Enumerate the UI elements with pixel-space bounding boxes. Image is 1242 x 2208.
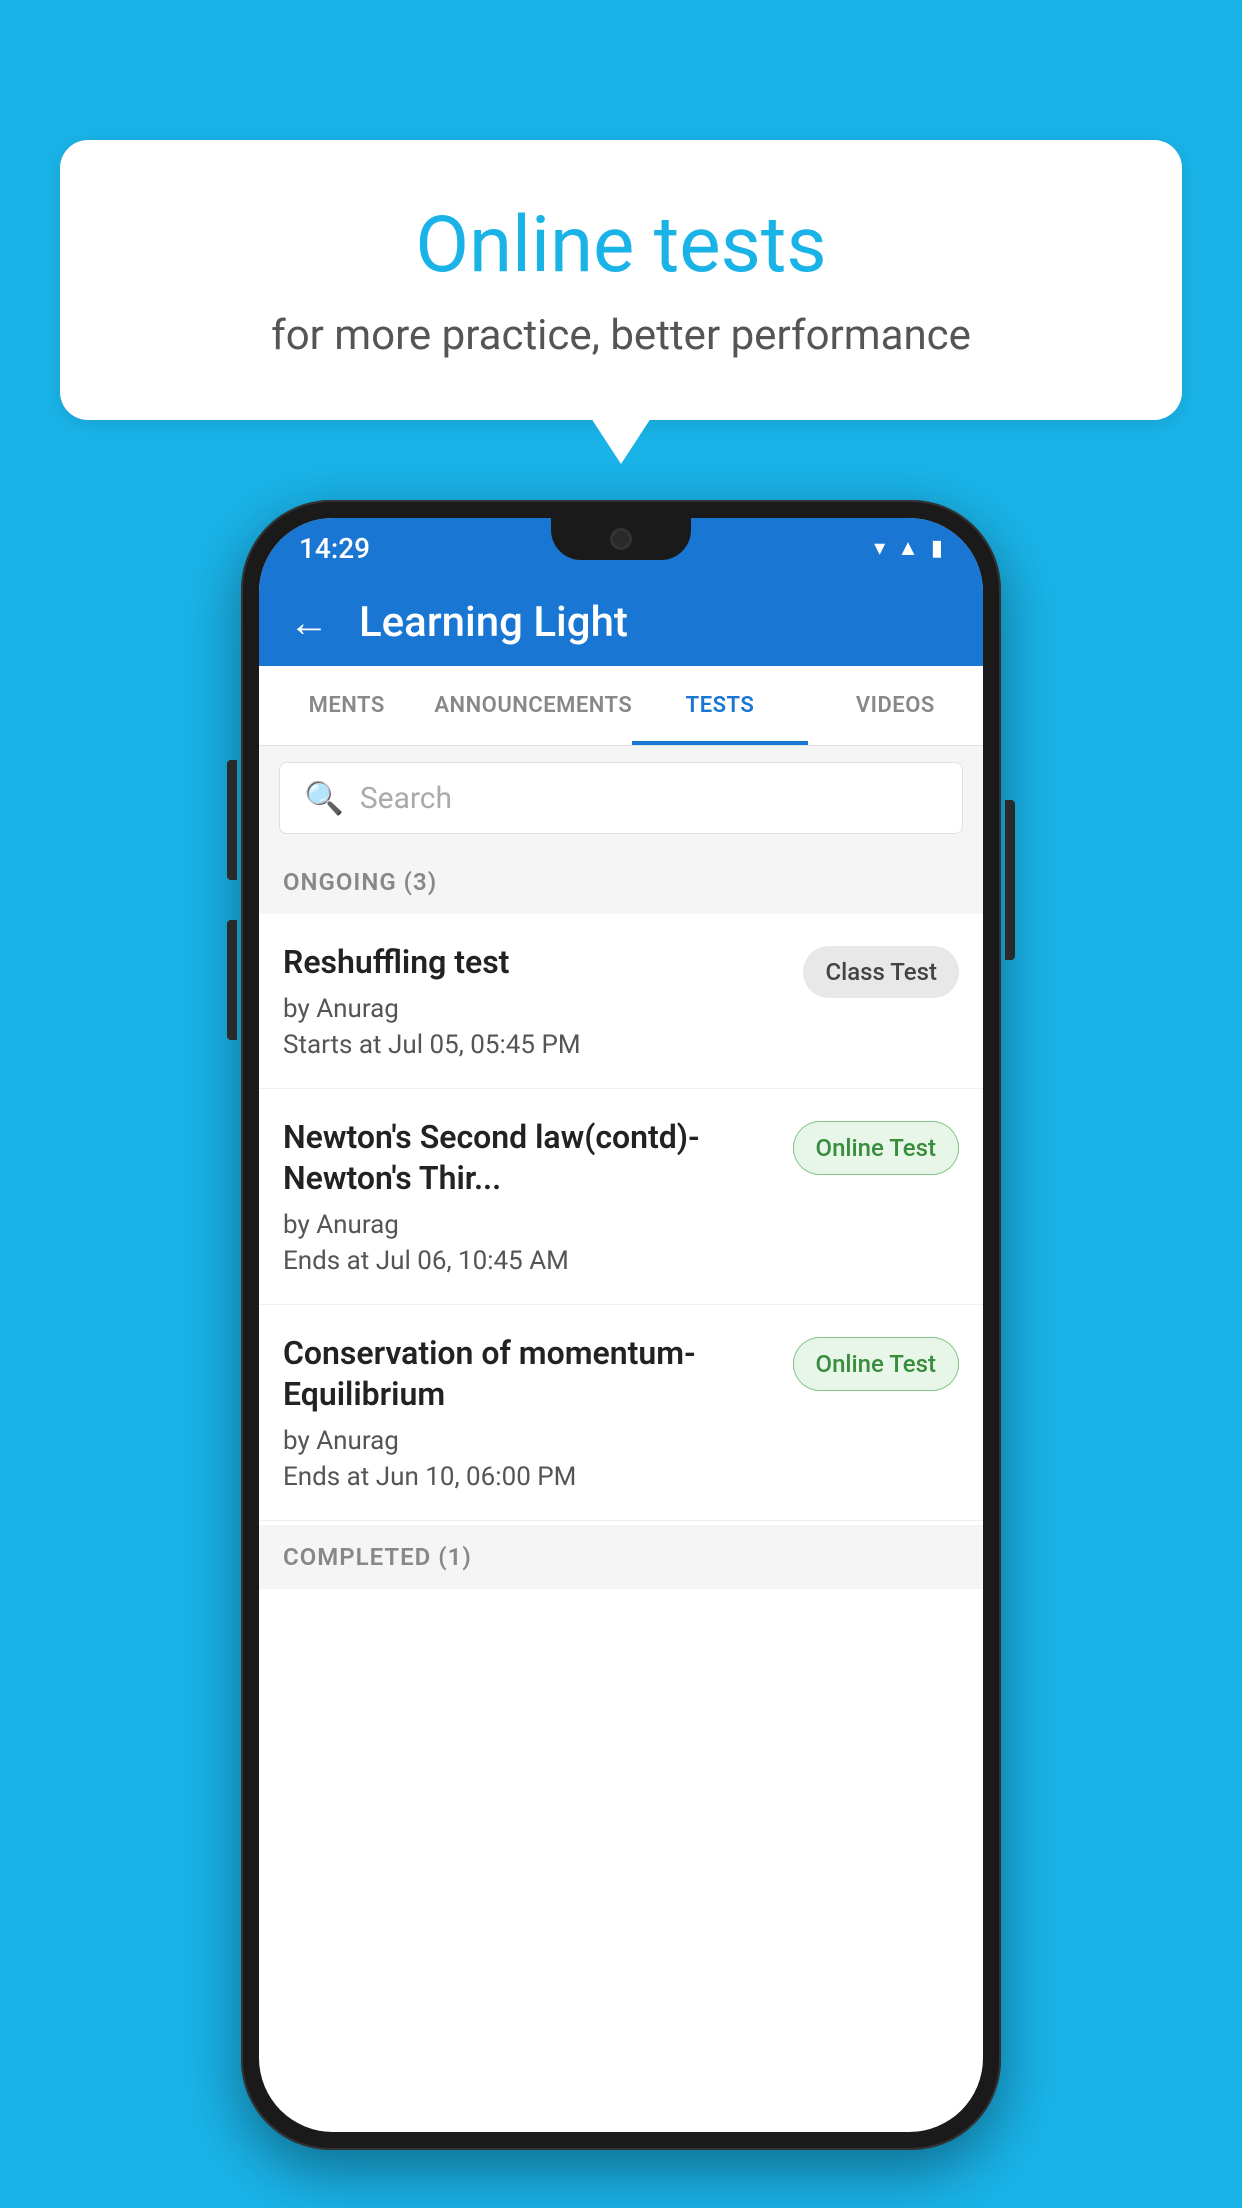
test-badge-3: Online Test xyxy=(793,1337,959,1391)
search-input[interactable]: Search xyxy=(360,781,452,816)
camera-icon xyxy=(610,528,632,550)
tab-navigation: MENTS ANNOUNCEMENTS TESTS VIDEOS xyxy=(259,666,983,746)
speech-bubble-subtitle: for more practice, better performance xyxy=(140,311,1102,360)
speech-bubble: Online tests for more practice, better p… xyxy=(60,140,1182,420)
status-time: 14:29 xyxy=(299,532,370,565)
wifi-icon: ▾ xyxy=(874,536,885,561)
test-list: Reshuffling test by Anurag Starts at Jul… xyxy=(259,914,983,1521)
search-container: 🔍 Search xyxy=(259,746,983,850)
status-bar: 14:29 ▾ ▲ ▮ xyxy=(259,518,983,578)
test-time-3: Ends at Jun 10, 06:00 PM xyxy=(283,1462,777,1492)
tab-announcements[interactable]: ANNOUNCEMENTS xyxy=(434,666,632,745)
ongoing-section-header: ONGOING (3) xyxy=(259,850,983,914)
app-header: ← Learning Light xyxy=(259,578,983,666)
app-title: Learning Light xyxy=(359,598,628,647)
completed-label: COMPLETED (1) xyxy=(283,1543,472,1571)
test-info-3: Conservation of momentum-Equilibrium by … xyxy=(283,1333,777,1492)
test-author-1: by Anurag xyxy=(283,994,787,1024)
status-icons: ▾ ▲ ▮ xyxy=(874,535,943,561)
search-bar[interactable]: 🔍 Search xyxy=(279,762,963,834)
tab-videos[interactable]: VIDEOS xyxy=(808,666,983,745)
tab-tests[interactable]: TESTS xyxy=(632,666,807,745)
test-author-3: by Anurag xyxy=(283,1426,777,1456)
test-info-1: Reshuffling test by Anurag Starts at Jul… xyxy=(283,942,787,1060)
completed-section-header: COMPLETED (1) xyxy=(259,1525,983,1589)
test-author-2: by Anurag xyxy=(283,1210,777,1240)
test-time-2: Ends at Jul 06, 10:45 AM xyxy=(283,1246,777,1276)
test-name-3: Conservation of momentum-Equilibrium xyxy=(283,1333,777,1416)
test-item-2[interactable]: Newton's Second law(contd)-Newton's Thir… xyxy=(259,1089,983,1305)
test-item-3[interactable]: Conservation of momentum-Equilibrium by … xyxy=(259,1305,983,1521)
test-badge-2: Online Test xyxy=(793,1121,959,1175)
test-time-1: Starts at Jul 05, 05:45 PM xyxy=(283,1030,787,1060)
signal-icon: ▲ xyxy=(897,535,919,561)
test-badge-1: Class Test xyxy=(803,946,959,998)
tab-ments[interactable]: MENTS xyxy=(259,666,434,745)
ongoing-label: ONGOING (3) xyxy=(283,868,437,896)
phone-screen: 14:29 ▾ ▲ ▮ ← Learning Light MENTS xyxy=(259,518,983,2132)
test-name-2: Newton's Second law(contd)-Newton's Thir… xyxy=(283,1117,777,1200)
test-info-2: Newton's Second law(contd)-Newton's Thir… xyxy=(283,1117,777,1276)
back-button[interactable]: ← xyxy=(289,599,329,646)
speech-bubble-container: Online tests for more practice, better p… xyxy=(60,140,1182,420)
test-name-1: Reshuffling test xyxy=(283,942,787,984)
search-icon: 🔍 xyxy=(304,779,344,817)
speech-bubble-title: Online tests xyxy=(140,200,1102,291)
battery-icon: ▮ xyxy=(931,536,943,561)
notch xyxy=(551,518,691,560)
test-item-1[interactable]: Reshuffling test by Anurag Starts at Jul… xyxy=(259,914,983,1089)
phone-frame: 14:29 ▾ ▲ ▮ ← Learning Light MENTS xyxy=(241,500,1001,2150)
phone-container: 14:29 ▾ ▲ ▮ ← Learning Light MENTS xyxy=(241,500,1001,2150)
